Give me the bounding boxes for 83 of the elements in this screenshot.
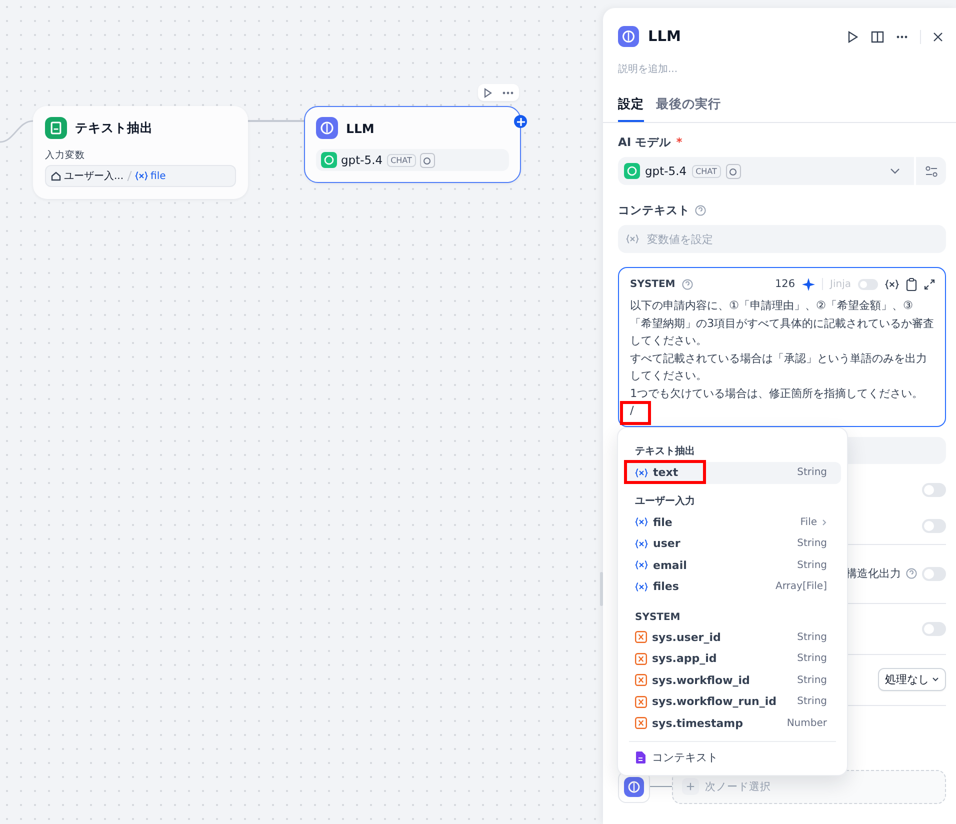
variable-option[interactable]: files Array[File] (624, 576, 841, 598)
system-variable-icon (635, 696, 647, 708)
group-heading: テキスト抽出 (635, 446, 695, 457)
book-icon[interactable] (871, 30, 884, 42)
variable-icon (635, 517, 648, 528)
retry-toggle[interactable] (922, 622, 946, 636)
variable-icon (626, 234, 639, 244)
variable-option[interactable]: sys.timestamp Number (624, 712, 841, 734)
document-icon (45, 117, 67, 139)
workflow-node[interactable]: テキスト抽出 入力変数 ユーザー入... file (33, 106, 248, 199)
play-icon[interactable] (847, 30, 859, 42)
home-icon (51, 171, 61, 181)
variable-name: file (150, 170, 166, 182)
add-node-button[interactable] (514, 115, 527, 128)
help-icon (906, 568, 917, 579)
model-name: gpt-5.4 (645, 164, 687, 178)
chevron-down-icon (890, 168, 900, 174)
field-label: コンテキスト (618, 202, 690, 218)
model-name: gpt-5.4 (341, 153, 383, 167)
field-label: AI モデル (618, 134, 672, 150)
variable-icon (635, 582, 648, 592)
prompt-line: / (630, 403, 635, 419)
variable-option[interactable]: user String (624, 533, 841, 554)
plus-icon (686, 782, 695, 791)
prompt-line: すべて記載されている場合は「承認」という単語のみを出力してください。 (630, 350, 928, 384)
reasoning-toggle[interactable] (922, 518, 946, 532)
node-title: テキスト抽出 (75, 120, 153, 136)
model-select[interactable]: gpt-5.4 CHAT (618, 157, 914, 185)
variable-option[interactable]: sys.user_id String (624, 626, 841, 648)
prompt-role: SYSTEM (630, 278, 676, 290)
sliders-icon (924, 166, 938, 176)
variable-icon (134, 171, 148, 181)
model-badge: CHAT (692, 164, 721, 178)
variable-option[interactable]: sys.workflow_run_id String (624, 691, 841, 712)
workflow-node[interactable]: LLM gpt-5.4 CHAT (304, 106, 521, 183)
tab[interactable]: 設定 (618, 96, 644, 122)
variable-option[interactable]: email String (624, 554, 841, 576)
system-variable-icon (635, 674, 647, 686)
model-settings-button[interactable] (916, 157, 946, 185)
error-handling-select[interactable]: 処理なし (878, 668, 946, 691)
node-title: LLM (346, 120, 374, 136)
document-icon (635, 751, 646, 764)
jinja-toggle[interactable] (858, 278, 878, 290)
expand-icon[interactable] (924, 278, 935, 290)
clipboard-icon[interactable] (906, 278, 917, 290)
more-icon[interactable] (502, 90, 514, 94)
system-variable-icon (635, 717, 647, 730)
play-icon[interactable] (482, 88, 493, 98)
context-option[interactable]: コンテキスト (624, 746, 841, 769)
resize-handle[interactable] (600, 572, 603, 606)
group-heading: SYSTEM (635, 612, 680, 622)
tab[interactable]: 最後の実行 (656, 96, 721, 122)
system-variable-icon (635, 652, 647, 665)
close-icon[interactable] (933, 32, 943, 42)
more-icon[interactable] (896, 34, 908, 38)
variable-icon (635, 468, 648, 478)
vision-toggle[interactable] (922, 482, 946, 496)
variable-option[interactable]: text String (624, 462, 841, 484)
panel-title: LLM (648, 28, 681, 44)
input-label: 入力変数 (45, 149, 86, 162)
chevron-down-icon (932, 677, 939, 682)
character-count: 126 (774, 278, 796, 290)
help-icon (682, 278, 694, 290)
variable-icon (635, 560, 648, 570)
system-variable-icon (635, 631, 647, 644)
variable-option[interactable]: sys.app_id String (624, 648, 841, 670)
group-heading: ユーザー入力 (635, 496, 695, 506)
connector-line (248, 120, 304, 122)
prompt-line: 1つでも欠けている場合は、修正箇所を指摘してください。 (630, 386, 924, 402)
insert-variable-icon[interactable] (885, 278, 899, 290)
sparkle-icon[interactable] (802, 278, 816, 290)
variable-icon (635, 538, 648, 549)
variable-option[interactable]: file File (624, 512, 841, 533)
model-badge: CHAT (386, 154, 416, 166)
required-asterisk: * (676, 135, 682, 149)
variable-option[interactable]: sys.workflow_id String (624, 670, 841, 691)
prompt-line: 以下の申請内容に、①「申請理由」、②「希望金額」、③「希望納期」の3項目がすべて具体的に記載されているか審査してください。 (630, 298, 935, 349)
jinja-label: Jinja (830, 278, 851, 290)
help-icon (695, 204, 706, 216)
source-name: ユーザー入... (64, 170, 124, 183)
prompt-editor[interactable]: SYSTEM 126 Jinja 以下の申請内容に、①「申請理由」、②「希望金額」、③「希望納期」の3項目がすべて具体的に記載されているか審査してください。 すべて記載されている場合は「承認」という単語のみを出力してください。 1つでも欠けている場合は、修正箇所を指摘してください。 / (618, 267, 946, 426)
chevron-right-icon (822, 518, 827, 526)
structured-output-toggle[interactable] (922, 566, 946, 580)
